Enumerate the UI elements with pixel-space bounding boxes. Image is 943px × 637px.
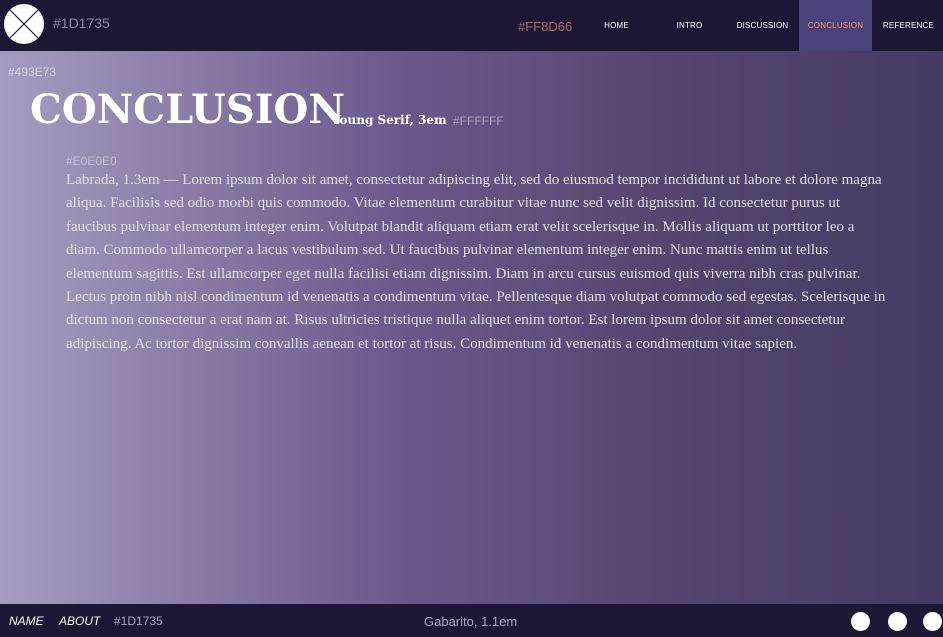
title-font-note: Young Serif, 3em — [332, 113, 447, 127]
panel-color-label: #493E73 — [8, 65, 57, 79]
accent-color-label: #FF8D66 — [518, 19, 573, 34]
title-color-label: #FFFFFF — [453, 114, 504, 128]
circle-icon[interactable] — [888, 612, 907, 631]
main-panel: #493E73 CONCLUSION Young Serif, 3em #FFF… — [0, 51, 943, 604]
x-circle-icon[interactable] — [2, 2, 46, 46]
nav-reference[interactable]: REFERENCE — [872, 0, 943, 51]
nav-home[interactable]: HOME — [580, 0, 653, 51]
footer-font-note: Gabarito, 1.1em — [424, 614, 518, 629]
circle-icon[interactable] — [923, 612, 942, 631]
nav-conclusion[interactable]: CONCLUSION — [799, 0, 872, 51]
footer-name-link[interactable]: NAME — [9, 614, 44, 628]
footer: NAME ABOUT #1D1735 Gabarito, 1.1em — [0, 604, 943, 637]
body-paragraph: Labrada, 1.3em — Lorem ipsum dolor sit a… — [66, 172, 886, 352]
footer-about-link[interactable]: ABOUT — [59, 614, 100, 628]
top-bar: #1D1735 #FF8D66 HOME INTRO DISCUSSION CO… — [0, 0, 943, 51]
bar-color-label: #1D1735 — [53, 15, 110, 31]
main-nav: HOME INTRO DISCUSSION CONCLUSION REFEREN… — [580, 0, 943, 51]
page-title: CONCLUSION — [30, 86, 345, 133]
nav-discussion[interactable]: DISCUSSION — [726, 0, 799, 51]
circle-icon[interactable] — [851, 612, 870, 631]
body-color-label: #E0E0E0 — [66, 154, 117, 168]
nav-intro[interactable]: INTRO — [653, 0, 726, 51]
footer-color-label: #1D1735 — [114, 614, 163, 628]
